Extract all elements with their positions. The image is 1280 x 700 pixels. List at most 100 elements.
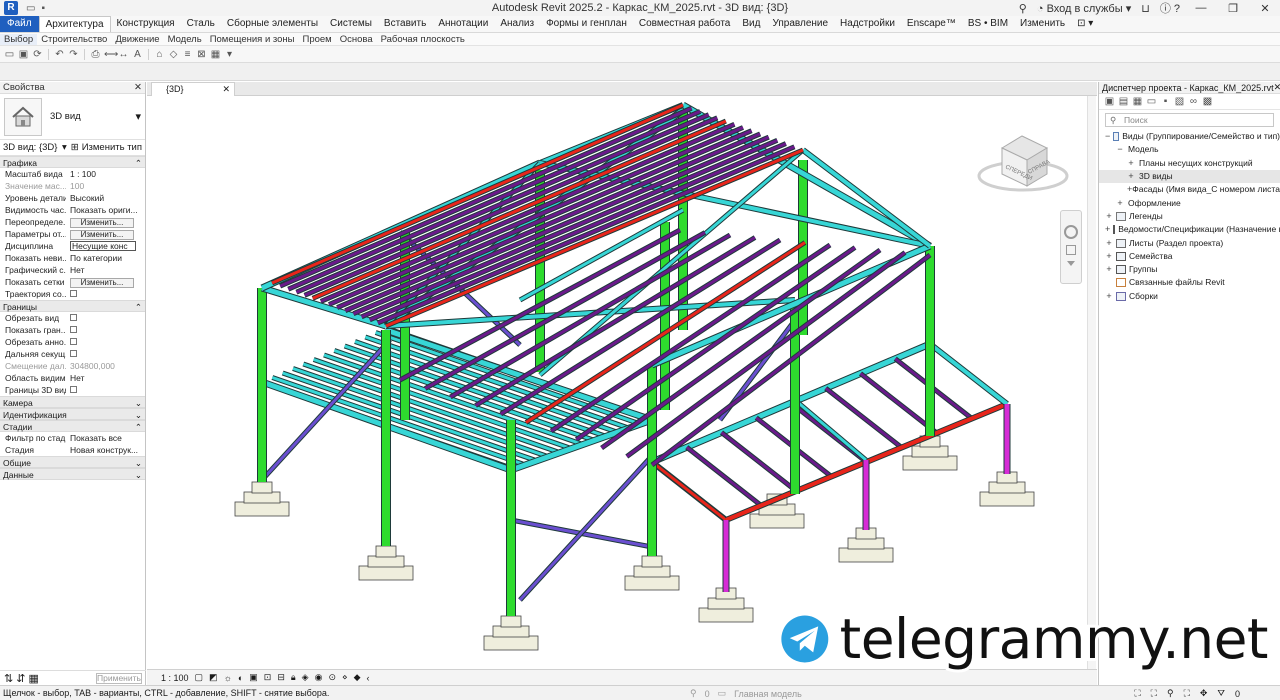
- ribbon-tab[interactable]: Анализ: [494, 16, 540, 32]
- help-button[interactable]: ⓘ ?: [1160, 0, 1180, 16]
- footing[interactable]: [979, 471, 1035, 507]
- footing[interactable]: [698, 587, 754, 623]
- property-value[interactable]: [66, 324, 145, 336]
- section-icon[interactable]: ◇: [168, 49, 179, 60]
- view-icon[interactable]: ▣: [1104, 96, 1115, 107]
- select-links-icon[interactable]: ⛶: [1134, 688, 1140, 699]
- property-value[interactable]: 1 : 100: [66, 168, 145, 180]
- collapse-icon[interactable]: ⌄: [135, 397, 142, 408]
- expand-icon[interactable]: +: [1105, 210, 1113, 223]
- detail-level-icon[interactable]: ▢: [195, 672, 204, 683]
- collapse-icon[interactable]: −: [1116, 143, 1124, 156]
- browser-tree-item[interactable]: Связанные файлы Revit: [1099, 276, 1280, 289]
- customize-qat-icon[interactable]: ▾: [224, 49, 235, 60]
- discipline-field[interactable]: Несущие конс: [70, 241, 136, 251]
- table-icon[interactable]: ▦: [1132, 96, 1143, 107]
- expand-icon[interactable]: +: [1105, 250, 1113, 263]
- browser-tree-item[interactable]: + Легенды: [1099, 210, 1280, 223]
- property-group-header[interactable]: Графика ⌃: [0, 156, 145, 168]
- property-group-header[interactable]: Данные ⌄: [0, 468, 145, 480]
- ribbon-tab[interactable]: Изменить: [1014, 16, 1071, 32]
- worksets-icon[interactable]: ⚲: [690, 688, 697, 699]
- checkbox[interactable]: [70, 386, 77, 393]
- cart-icon[interactable]: ⊔: [1141, 2, 1150, 15]
- edit-type-button[interactable]: ⊞ Изменить тип: [71, 142, 142, 153]
- collapse-icon[interactable]: ⌃: [135, 301, 142, 312]
- reveal-hidden-icon[interactable]: ◉: [315, 672, 323, 683]
- browser-tree-item[interactable]: − Виды (Группирование/Семейство и тип): [1099, 130, 1280, 143]
- ribbon-tab[interactable]: Архитектура: [38, 16, 111, 32]
- select-pinned-icon[interactable]: ⚲: [1167, 688, 1174, 699]
- search-icon[interactable]: ⚲: [1019, 2, 1027, 15]
- property-group-header[interactable]: Границы ⌃: [0, 300, 145, 312]
- browser-tree-item[interactable]: + Листы (Раздел проекта): [1099, 236, 1280, 249]
- open-file-icon[interactable]: ▭: [4, 49, 15, 60]
- ribbon-tab[interactable]: Аннотации: [432, 16, 494, 32]
- collapse-icon[interactable]: ⌄: [135, 457, 142, 468]
- checkbox[interactable]: [70, 338, 77, 345]
- expand-icon[interactable]: +: [1105, 263, 1113, 276]
- collapse-icon[interactable]: ⌄: [135, 409, 142, 420]
- checkbox[interactable]: [70, 350, 77, 357]
- property-value[interactable]: Изменить...: [66, 228, 145, 240]
- print-icon[interactable]: ⎙: [90, 49, 101, 60]
- property-value[interactable]: [66, 288, 145, 300]
- expand-icon[interactable]: +: [1105, 290, 1113, 303]
- dimension-icon[interactable]: ↔: [118, 49, 129, 60]
- measure-icon[interactable]: ⟷: [104, 49, 118, 60]
- undo-icon[interactable]: ↶: [54, 49, 65, 60]
- lock-view-icon[interactable]: 🔒︎: [291, 672, 296, 683]
- property-value[interactable]: Изменить...: [66, 216, 145, 228]
- restore-icon[interactable]: ❐: [1222, 2, 1244, 15]
- visual-style-icon[interactable]: ◩: [209, 672, 218, 683]
- browser-tree-item[interactable]: + Фасады (Имя вида_С номером листа): [1099, 183, 1280, 196]
- crop-icon[interactable]: ⊡: [264, 672, 272, 683]
- vertical-scrollbar[interactable]: [1087, 96, 1096, 669]
- expand-icon[interactable]: +: [1127, 157, 1135, 170]
- shadows-icon[interactable]: ◐: [238, 673, 243, 683]
- nav-menu-icon[interactable]: [1067, 261, 1075, 266]
- sign-in[interactable]: ◔ Вход в службы ▾: [1037, 2, 1131, 15]
- link-icon[interactable]: ∞: [1188, 96, 1199, 107]
- assembly-icon[interactable]: ▩: [1202, 96, 1213, 107]
- thin-lines-icon[interactable]: ≡: [182, 49, 193, 60]
- ribbon-panel-title[interactable]: Основа: [336, 34, 377, 45]
- ribbon-panel-title[interactable]: Помещения и зоны: [206, 34, 299, 45]
- ribbon-tab[interactable]: Формы и генплан: [540, 16, 633, 32]
- checkbox[interactable]: [70, 314, 77, 321]
- edit-button[interactable]: Изменить...: [70, 278, 134, 288]
- analytical-icon[interactable]: ⋄: [342, 672, 348, 683]
- browser-tree-item[interactable]: + Ведомости/Спецификации (Назначение в: [1099, 223, 1280, 236]
- collapse-icon[interactable]: −: [1105, 130, 1110, 143]
- footing[interactable]: [358, 545, 414, 581]
- ribbon-tab[interactable]: Конструкция: [111, 16, 181, 32]
- close-icon[interactable]: ✕: [1274, 82, 1280, 93]
- ribbon-panel-title[interactable]: Движение: [111, 34, 163, 45]
- group-icon[interactable]: ▧: [1174, 96, 1185, 107]
- property-value[interactable]: Новая конструк...: [66, 444, 145, 456]
- highlight-icon[interactable]: ◆: [354, 672, 361, 683]
- footing[interactable]: [483, 615, 539, 651]
- ribbon-minimize-icon[interactable]: ⊡ ▾: [1071, 16, 1099, 32]
- select-underlay-icon[interactable]: ⛶: [1151, 688, 1157, 699]
- property-group-header[interactable]: Общие ⌄: [0, 456, 145, 468]
- filter-icon[interactable]: ▤: [1118, 96, 1129, 107]
- chevron-down-icon[interactable]: ▾: [62, 142, 67, 153]
- property-value[interactable]: [66, 312, 145, 324]
- footing[interactable]: [838, 527, 894, 563]
- close-icon[interactable]: ✕: [1254, 2, 1276, 15]
- ribbon-tab[interactable]: Файл: [0, 16, 39, 32]
- collapse-icon[interactable]: ⌃: [135, 157, 142, 168]
- ribbon-tab[interactable]: Сталь: [181, 16, 221, 32]
- browser-tree-item[interactable]: − Модель: [1099, 143, 1280, 156]
- ribbon-tab[interactable]: Enscape™: [901, 16, 962, 32]
- property-value[interactable]: Нет: [66, 372, 145, 384]
- ribbon-tab[interactable]: Надстройки: [834, 16, 901, 32]
- browser-tree-item[interactable]: +3D виды: [1099, 169, 1280, 184]
- ribbon-panel-title[interactable]: Строительство: [37, 34, 111, 45]
- browser-tree-item[interactable]: + Сборки: [1099, 290, 1280, 303]
- property-value[interactable]: Показать ориги...: [66, 204, 145, 216]
- expand-icon[interactable]: +: [1105, 237, 1113, 250]
- structural-model[interactable]: СПЕРЕДИ СПРАВА: [147, 96, 1097, 669]
- minimize-icon[interactable]: —: [1190, 2, 1212, 14]
